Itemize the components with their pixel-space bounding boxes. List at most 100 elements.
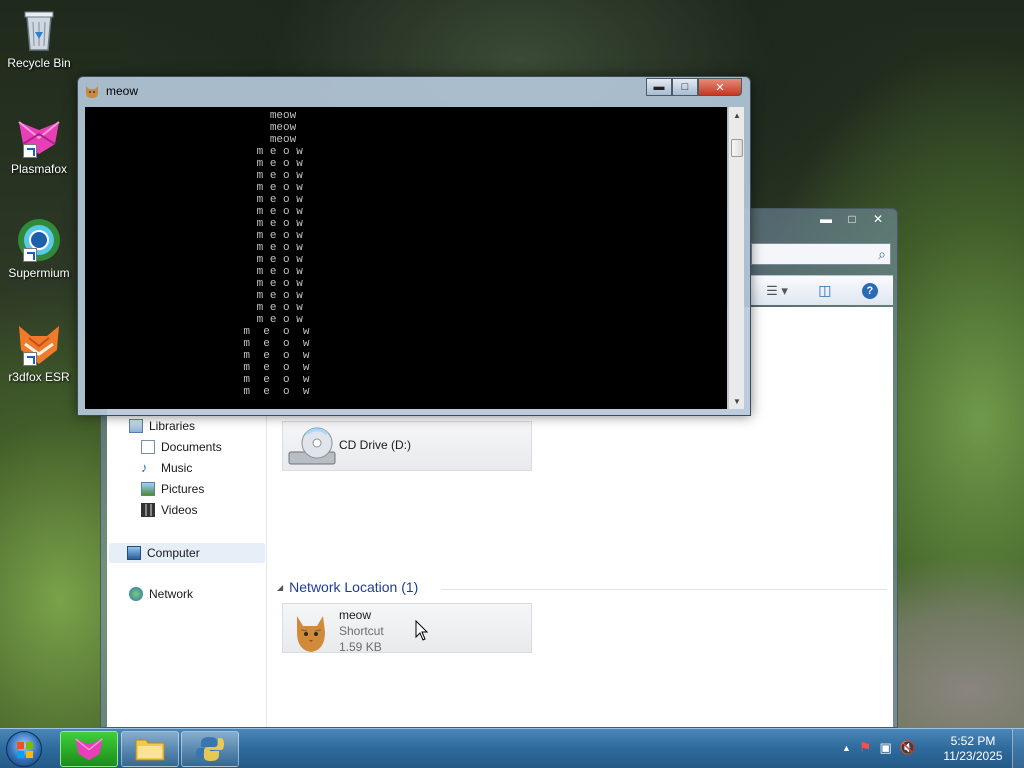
cd-drive-tile[interactable]: CD Drive (D:) [282, 421, 532, 471]
console-line: m e o w [85, 230, 303, 242]
show-desktop-button[interactable] [1012, 729, 1024, 768]
console-line: meow [85, 122, 297, 134]
mouse-cursor-icon [415, 619, 429, 645]
network-item-size: 1.59 KB [339, 640, 382, 654]
network-location-header[interactable]: ◢ Network Location (1) [277, 579, 418, 595]
console-minimize-button[interactable]: ▬ [646, 78, 672, 96]
nav-item-label: Pictures [161, 482, 205, 496]
cat-app-icon [84, 83, 100, 99]
plasmafox-icon [15, 112, 63, 160]
libraries-icon [129, 419, 143, 433]
explorer-maximize-button[interactable]: □ [839, 210, 865, 228]
nav-item-label: Music [161, 461, 193, 475]
console-maximize-button[interactable]: □ [672, 78, 698, 96]
console-line: m e o w [85, 314, 303, 326]
clock-date: 11/23/2025 [943, 749, 1003, 763]
explorer-toolbar: ☰ ▾ ◫ ? [751, 275, 893, 305]
nav-item-videos[interactable]: Videos [141, 503, 197, 517]
volume-muted-icon[interactable]: 🔇 [900, 740, 916, 756]
videos-icon [141, 503, 155, 517]
shortcut-arrow-icon [23, 144, 37, 158]
taskbar-python-button[interactable] [181, 731, 239, 767]
network-item-type: Shortcut [339, 624, 384, 638]
network-item-name: meow [339, 608, 372, 622]
network-tray-icon[interactable]: ▣ [879, 740, 891, 756]
console-line: meow [85, 134, 297, 146]
start-button[interactable] [6, 731, 42, 767]
console-line: m e o w [85, 362, 310, 374]
r3dfox-icon [15, 320, 63, 368]
console-line: m e o w [85, 290, 303, 302]
console-line: m e o w [85, 218, 303, 230]
nav-item-pictures[interactable]: Pictures [141, 482, 204, 496]
desktop-icon-label: r3dfox ESR [8, 370, 70, 384]
taskbar-clock[interactable]: 5:52 PM 11/23/2025 [940, 734, 1006, 764]
action-center-flag-icon[interactable]: ⚑ [859, 739, 872, 756]
console-line: m e o w [85, 326, 310, 338]
console-line: m e o w [85, 266, 303, 278]
console-line: m e o w [85, 242, 303, 254]
desktop-icon-r3dfox[interactable]: r3dfox ESR [4, 320, 74, 384]
group-header-label: Network Location (1) [289, 579, 419, 595]
nav-item-label: Documents [161, 440, 222, 454]
scroll-down-arrow-icon[interactable]: ▼ [729, 393, 745, 409]
nav-item-network[interactable]: Network [129, 587, 193, 601]
documents-icon [141, 440, 155, 454]
console-line: m e o w [85, 302, 303, 314]
preview-pane-icon[interactable]: ◫ [818, 282, 831, 299]
view-options-icon[interactable]: ☰ ▾ [766, 283, 788, 299]
console-scrollbar[interactable]: ▲ ▼ [728, 107, 744, 409]
network-icon [129, 587, 143, 601]
console-line: m e o w [85, 374, 310, 386]
console-line: m e o w [85, 338, 310, 350]
folder-icon [135, 739, 165, 761]
help-icon[interactable]: ? [861, 282, 878, 299]
taskbar: ▲ ⚑ ▣ 🔇 5:52 PM 11/23/2025 [0, 728, 1024, 768]
console-output[interactable]: meow meow meow m e o w m e o w m e o w m… [85, 107, 727, 409]
console-close-button[interactable]: ✕ [698, 78, 742, 96]
console-line: m e o w [85, 350, 310, 362]
console-line: m e o w [85, 158, 303, 170]
console-line: m e o w [85, 278, 303, 290]
taskbar-explorer-button[interactable] [121, 731, 179, 767]
system-tray: ▲ ⚑ ▣ 🔇 [842, 739, 916, 756]
collapse-triangle-icon: ◢ [277, 582, 284, 592]
recycle-bin-icon [15, 6, 63, 54]
supermium-icon [15, 216, 63, 264]
nav-item-label: Network [149, 587, 194, 601]
nav-item-music[interactable]: ♪ Music [141, 461, 193, 476]
console-line: m e o w [85, 170, 303, 182]
clock-time: 5:52 PM [950, 734, 996, 748]
desktop-icon-recycle-bin[interactable]: Recycle Bin [4, 6, 74, 70]
computer-icon [127, 546, 141, 560]
nav-item-libraries[interactable]: Libraries [129, 419, 195, 433]
explorer-minimize-button[interactable]: ▬ [813, 210, 839, 228]
console-title: meow [106, 84, 139, 98]
explorer-search-box[interactable]: ⌕ [751, 243, 891, 265]
desktop-icon-supermium[interactable]: Supermium [4, 216, 74, 280]
console-window-controls: ▬ □ ✕ [646, 78, 742, 96]
explorer-window-controls: ▬ □ ✕ [813, 210, 891, 228]
plasmafox-icon [75, 738, 103, 761]
pictures-icon [141, 482, 155, 496]
windows-logo-icon [17, 742, 33, 758]
console-window: meow ▬ □ ✕ meow meow meow m e o w m e o … [77, 76, 751, 416]
console-line: m e o w [85, 386, 310, 398]
scroll-thumb[interactable] [731, 139, 743, 157]
explorer-close-button[interactable]: ✕ [865, 210, 891, 228]
desktop-icon-label: Supermium [8, 266, 70, 280]
cd-drive-label: CD Drive (D:) [339, 438, 411, 452]
desktop-icon-label: Plasmafox [10, 162, 68, 176]
nav-item-label: Computer [147, 546, 200, 560]
cat-thumbnail-icon [287, 606, 335, 657]
desktop-icon-plasmafox[interactable]: Plasmafox [4, 112, 74, 176]
console-line: m e o w [85, 194, 303, 206]
nav-item-label: Libraries [149, 419, 196, 433]
network-location-tile[interactable]: meow Shortcut 1.59 KB [282, 603, 532, 654]
search-icon: ⌕ [878, 246, 886, 262]
nav-item-documents[interactable]: Documents [141, 440, 222, 454]
show-hidden-icons-icon[interactable]: ▲ [842, 743, 851, 753]
scroll-up-arrow-icon[interactable]: ▲ [729, 107, 745, 123]
nav-item-computer[interactable]: Computer [109, 543, 265, 563]
taskbar-plasmafox-button[interactable] [60, 731, 118, 767]
